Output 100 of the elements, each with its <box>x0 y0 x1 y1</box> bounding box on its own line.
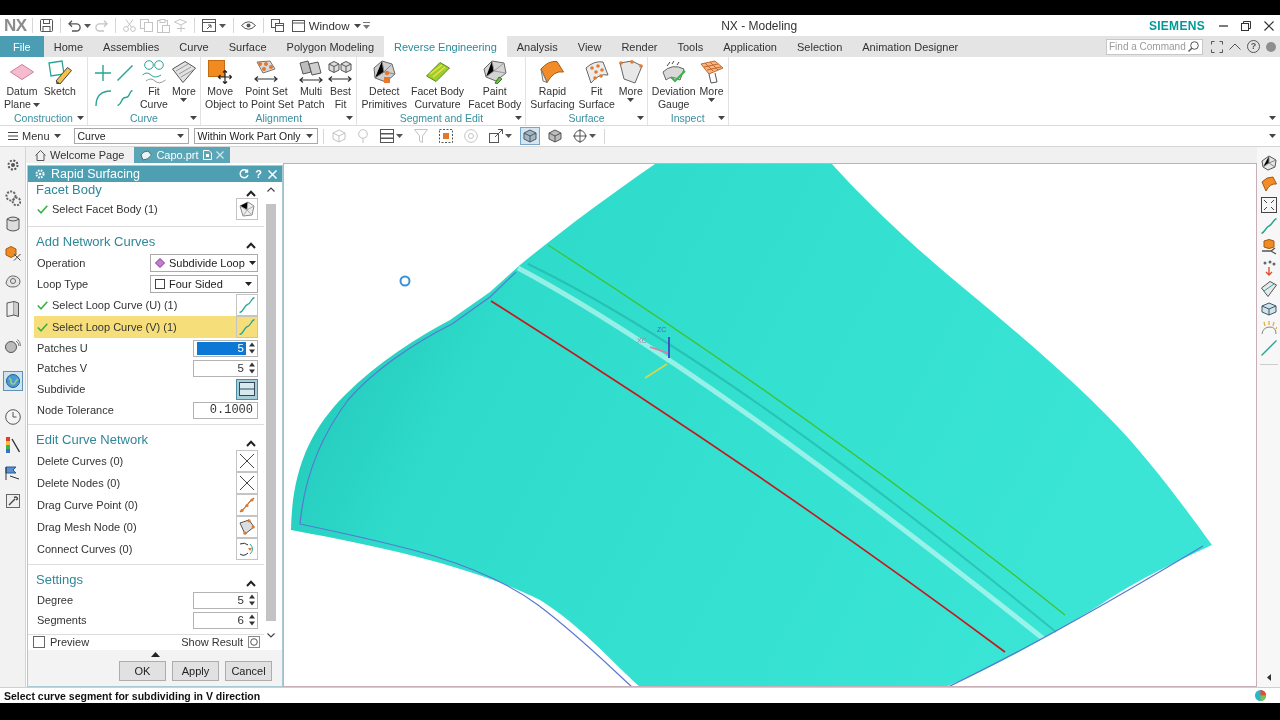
save-icon[interactable] <box>39 19 53 32</box>
ribbon-button[interactable]: Paint Facet Body <box>467 59 523 111</box>
caret-icon[interactable] <box>83 23 91 28</box>
number-field[interactable]: 5 <box>193 591 258 609</box>
ribbon-tab[interactable]: View <box>567 36 612 57</box>
caret-left-icon[interactable] <box>1266 674 1271 681</box>
selection-row[interactable]: Select Facet Body (1) <box>34 198 258 220</box>
dialog-button[interactable]: OK <box>119 661 166 681</box>
window-menu[interactable]: Window <box>289 19 363 32</box>
document-tab[interactable]: Welcome Page <box>29 147 131 163</box>
menu-button[interactable]: Menu <box>6 130 65 142</box>
preview-checkbox[interactable] <box>33 636 45 648</box>
number-field[interactable]: 5 <box>193 339 258 357</box>
command-search-field[interactable]: Find a Command <box>1106 38 1203 55</box>
restore-icon[interactable] <box>1241 20 1251 31</box>
document-icon[interactable] <box>202 150 212 160</box>
tool-button[interactable] <box>236 516 258 538</box>
ribbon-button[interactable]: Datum Plane <box>3 59 41 111</box>
mesh-view-icon[interactable] <box>1260 155 1277 171</box>
minimize-icon[interactable] <box>1219 24 1228 27</box>
dialog-button[interactable]: Cancel <box>225 661 272 681</box>
ribbon-tab[interactable]: Polygon Modeling <box>276 36 385 57</box>
collapse-arrow-icon[interactable] <box>150 652 160 657</box>
chevron-down-icon[interactable] <box>267 633 275 638</box>
type-filter-dropdown[interactable]: Curve <box>73 128 189 144</box>
ribbon-tab[interactable]: Analysis <box>506 36 568 57</box>
ribbon-button[interactable]: Sketch <box>42 59 77 98</box>
ribbon-button[interactable]: Facet Body Curvature <box>410 59 466 111</box>
reset-icon[interactable] <box>239 169 250 179</box>
ribbon-button[interactable]: Multi Patch <box>296 59 326 111</box>
customize-icon[interactable] <box>362 22 370 29</box>
ribbon-button[interactable]: Best Fit <box>327 59 354 111</box>
block-icon[interactable] <box>1260 302 1277 316</box>
ribbon-tab[interactable]: Curve <box>169 36 219 57</box>
spline-icon[interactable] <box>116 90 133 106</box>
resource-tab[interactable] <box>2 407 23 427</box>
ribbon-tab[interactable]: Surface <box>218 36 277 57</box>
window-arrow-icon[interactable] <box>201 19 216 32</box>
tool-button[interactable] <box>236 538 258 560</box>
number-field[interactable]: 5 <box>193 359 258 377</box>
ribbon-tab[interactable]: Assemblies <box>93 36 170 57</box>
close-icon[interactable] <box>1264 20 1274 31</box>
ribbon-tab[interactable]: Reverse Engineering <box>384 36 507 57</box>
ribbon-button[interactable]: Fit Surface <box>577 59 616 111</box>
fullscreen-icon[interactable] <box>1211 40 1223 53</box>
caret-icon[interactable] <box>717 115 725 120</box>
caret-icon[interactable] <box>189 115 197 120</box>
curved-surface-icon[interactable] <box>1260 176 1277 192</box>
toggle-button[interactable] <box>236 378 258 400</box>
ribbon-button[interactable]: Point Set to Point Set <box>238 59 295 111</box>
resource-tab[interactable] <box>2 243 23 263</box>
number-field[interactable]: 0.1000 <box>193 401 258 419</box>
selection-row[interactable]: Select Loop Curve (U) (1) <box>34 294 258 316</box>
ribbon-button[interactable]: More <box>617 59 644 102</box>
resource-tab[interactable] <box>2 336 23 356</box>
dropdown-field[interactable]: Subdivide Loop <box>150 253 258 272</box>
ribbon-button[interactable]: Deviation Gauge <box>650 59 697 111</box>
caret-icon[interactable] <box>218 23 226 28</box>
ribbon-tab[interactable]: Selection <box>787 36 853 57</box>
line-icon[interactable] <box>1260 340 1277 356</box>
sheet-icon[interactable] <box>1260 281 1277 297</box>
ribbon-tab[interactable]: Render <box>611 36 668 57</box>
caret-icon[interactable] <box>1269 134 1276 138</box>
chevron-up-icon[interactable] <box>246 440 256 447</box>
windows-icon[interactable] <box>270 19 284 32</box>
fit-view-icon[interactable] <box>1260 197 1277 213</box>
ribbon-button[interactable]: More <box>170 59 197 102</box>
eye-icon[interactable] <box>240 21 256 30</box>
ribbon-button[interactable]: Move Object <box>203 59 237 111</box>
arc-icon[interactable] <box>94 90 111 106</box>
selection-row[interactable]: Select Loop Curve (V) (1) <box>34 316 258 338</box>
chevron-up-icon[interactable] <box>246 190 256 197</box>
show-result-button[interactable] <box>248 636 260 648</box>
undo-icon[interactable] <box>67 19 81 32</box>
tool-button[interactable] <box>236 450 258 472</box>
ribbon-button[interactable]: Detect Primitives <box>360 59 408 111</box>
resource-tab[interactable] <box>2 371 23 391</box>
line-icon[interactable] <box>116 65 133 81</box>
scope-dropdown[interactable]: Within Work Part Only <box>193 128 318 144</box>
ribbon-button[interactable]: Rapid Surfacing <box>529 59 576 111</box>
ribbon-tab[interactable]: Application <box>713 36 787 57</box>
caret-icon[interactable] <box>1269 116 1276 120</box>
ribbon-button[interactable]: Fit Curve <box>138 59 169 111</box>
caret-icon[interactable] <box>515 115 523 120</box>
ribbon-tab[interactable]: Home <box>43 36 94 57</box>
dropdown-field[interactable]: Four Sided <box>150 274 258 293</box>
chevron-up-icon[interactable] <box>246 242 256 249</box>
curve-icon[interactable] <box>1260 218 1277 234</box>
select-object-button[interactable] <box>236 198 258 220</box>
barrel-wrench-icon[interactable] <box>1260 239 1277 255</box>
selection-tool-button[interactable] <box>519 127 540 145</box>
caret-icon[interactable] <box>346 115 354 120</box>
tool-button[interactable] <box>236 472 258 494</box>
ribbon-tab[interactable]: Animation Designer <box>852 36 969 57</box>
dialog-button[interactable]: Apply <box>172 661 219 681</box>
caret-icon[interactable] <box>636 115 644 120</box>
number-field[interactable]: 6 <box>193 611 258 629</box>
caret-icon[interactable] <box>76 115 84 120</box>
ribbon-button[interactable]: More <box>698 59 725 102</box>
chevron-up-icon[interactable] <box>267 187 275 192</box>
